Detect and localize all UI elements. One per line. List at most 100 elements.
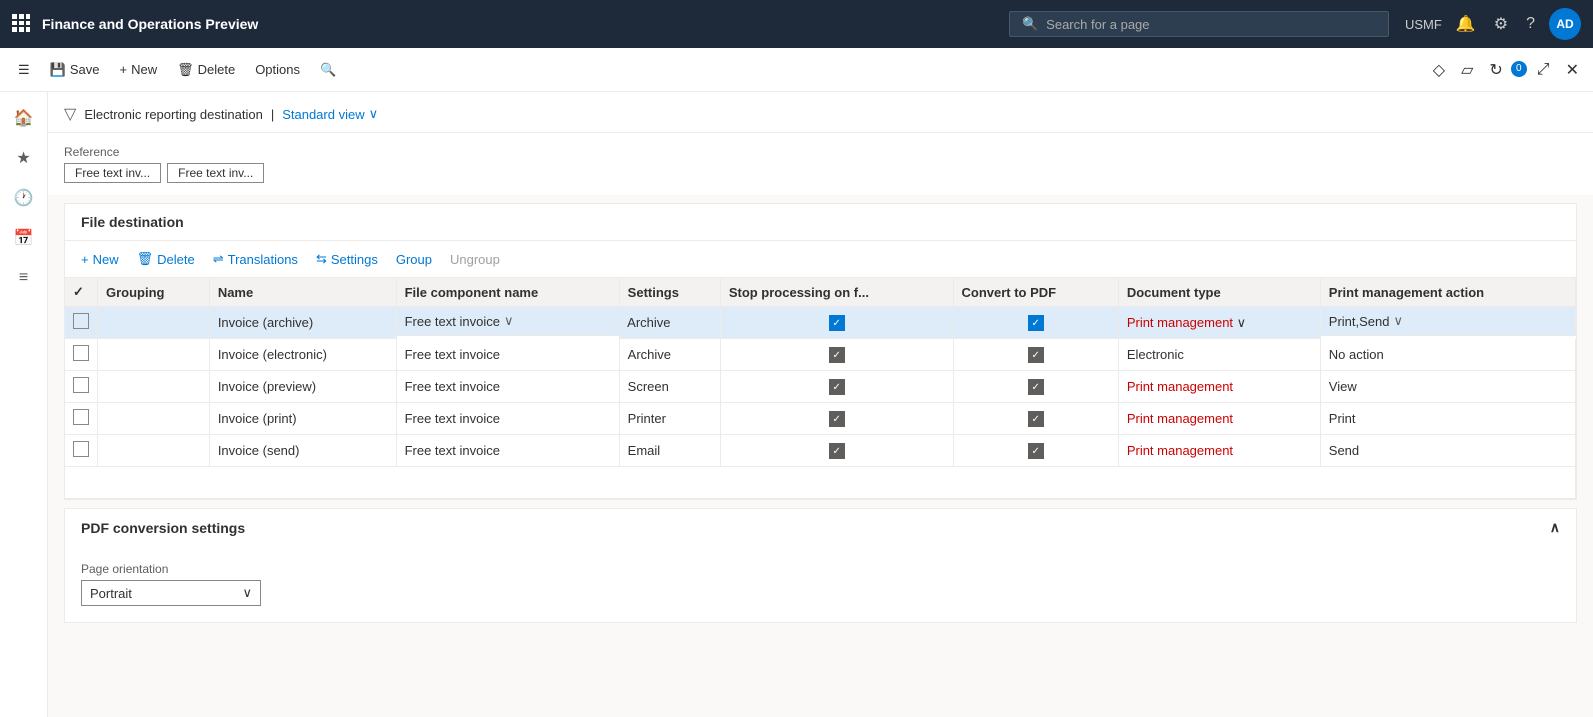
save-button[interactable]: 💾 Save	[40, 56, 110, 84]
row-grouping	[98, 435, 210, 467]
row-document-type[interactable]: Print management ∨	[1118, 307, 1320, 339]
row-document-type[interactable]: Print management	[1118, 403, 1320, 435]
sidebar-item-favorites[interactable]: ★	[6, 140, 42, 176]
row-convert-pdf[interactable]: ✓	[953, 403, 1118, 435]
row-stop-processing[interactable]: ✓	[720, 307, 953, 339]
stop-processing-checkbox[interactable]: ✓	[829, 347, 845, 363]
table-translations-button[interactable]: ⇌ Translations	[205, 247, 306, 271]
top-navigation: Finance and Operations Preview 🔍 Search …	[0, 0, 1593, 48]
top-right-controls: USMF 🔔 ⚙ ? AD	[1405, 8, 1581, 40]
refresh-icon[interactable]: ↻	[1483, 54, 1508, 86]
row-name[interactable]: Invoice (electronic)	[209, 339, 396, 371]
row-checkbox[interactable]	[65, 403, 98, 435]
convert-pdf-checkbox[interactable]: ✓	[1028, 347, 1044, 363]
row-convert-pdf[interactable]: ✓	[953, 307, 1118, 339]
delete-icon-table: 🗑	[137, 251, 154, 267]
document-type-link[interactable]: Print management	[1127, 443, 1233, 458]
row-checkbox-box[interactable]	[73, 441, 89, 457]
panel-icon[interactable]: ▱	[1455, 54, 1479, 86]
file-destination-table: ✓ Grouping Name File component name Sett…	[65, 278, 1576, 499]
grid-icon[interactable]	[12, 14, 30, 35]
cmd-right-actions: ◇ ▱ ↻ 0 ⤢ ✕	[1427, 54, 1585, 86]
document-type-link[interactable]: Print management	[1127, 411, 1233, 426]
add-icon-table: +	[81, 252, 89, 267]
convert-pdf-checkbox[interactable]: ✓	[1028, 443, 1044, 459]
table-row[interactable]: Invoice (preview) Free text invoice Scre…	[65, 371, 1576, 403]
view-selector[interactable]: Standard view ∨	[282, 106, 378, 122]
help-icon[interactable]: ?	[1522, 11, 1539, 37]
table-delete-button[interactable]: 🗑 Delete	[129, 247, 203, 271]
search-button-cmd[interactable]: 🔍	[310, 56, 346, 84]
diamond-icon[interactable]: ◇	[1427, 54, 1451, 86]
row-checkbox-box[interactable]	[73, 377, 89, 393]
row-convert-pdf[interactable]: ✓	[953, 339, 1118, 371]
row-checkbox-box[interactable]	[73, 409, 89, 425]
convert-pdf-checkbox[interactable]: ✓	[1028, 315, 1044, 331]
table-group-button[interactable]: Group	[388, 248, 440, 271]
table-settings-button[interactable]: ⇆ Settings	[308, 247, 386, 271]
row-stop-processing[interactable]: ✓	[720, 339, 953, 371]
table-row[interactable]: Invoice (print) Free text invoice Printe…	[65, 403, 1576, 435]
reference-pill-1[interactable]: Free text inv...	[64, 163, 161, 183]
notification-bell[interactable]: 🔔	[1452, 10, 1480, 38]
document-type-link[interactable]: Print management	[1127, 379, 1233, 394]
stop-processing-checkbox[interactable]: ✓	[829, 379, 845, 395]
document-type-link[interactable]: Print management	[1127, 315, 1233, 330]
close-icon[interactable]: ✕	[1560, 54, 1585, 86]
table-row[interactable]: Invoice (archive) Free text invoice ∨ Ar…	[65, 307, 1576, 339]
new-button[interactable]: + New	[109, 56, 167, 83]
table-new-button[interactable]: + New	[73, 248, 127, 271]
row-stop-processing[interactable]: ✓	[720, 435, 953, 467]
hamburger-icon: ☰	[18, 62, 30, 78]
row-checkbox-box[interactable]	[73, 313, 89, 329]
filter-icon[interactable]: ▽	[64, 104, 76, 124]
hamburger-menu[interactable]: ☰	[8, 56, 40, 84]
table-row[interactable]: Invoice (electronic) Free text invoice A…	[65, 339, 1576, 371]
row-settings: Archive	[619, 307, 720, 339]
row-checkbox[interactable]	[65, 435, 98, 467]
row-checkbox[interactable]	[65, 307, 98, 339]
row-name[interactable]: Invoice (send)	[209, 435, 396, 467]
row-convert-pdf[interactable]: ✓	[953, 435, 1118, 467]
row-document-type[interactable]: Print management	[1118, 371, 1320, 403]
row-document-type[interactable]: Print management	[1118, 435, 1320, 467]
open-icon[interactable]: ⤢	[1531, 55, 1556, 85]
stop-processing-checkbox[interactable]: ✓	[829, 315, 845, 331]
settings-icon[interactable]: ⚙	[1490, 10, 1512, 38]
pdf-conversion-section: PDF conversion settings ∧ Page orientati…	[64, 508, 1577, 623]
convert-pdf-checkbox[interactable]: ✓	[1028, 411, 1044, 427]
row-checkbox[interactable]	[65, 371, 98, 403]
options-button[interactable]: Options	[245, 56, 310, 83]
row-checkbox[interactable]	[65, 339, 98, 371]
row-convert-pdf[interactable]: ✓	[953, 371, 1118, 403]
search-icon: 🔍	[1022, 16, 1038, 32]
doc-type-dropdown-icon[interactable]: ∨	[1237, 315, 1247, 330]
avatar[interactable]: AD	[1549, 8, 1581, 40]
row-settings: Screen	[619, 371, 720, 403]
sidebar-item-list[interactable]: ≡	[6, 260, 42, 296]
app-title: Finance and Operations Preview	[42, 16, 1009, 32]
sidebar-item-calendar[interactable]: 📅	[6, 220, 42, 256]
row-name[interactable]: Invoice (preview)	[209, 371, 396, 403]
page-orientation-label: Page orientation	[81, 562, 1560, 576]
row-stop-processing[interactable]: ✓	[720, 403, 953, 435]
stop-processing-checkbox[interactable]: ✓	[829, 443, 845, 459]
stop-processing-checkbox[interactable]: ✓	[829, 411, 845, 427]
reference-pill-2[interactable]: Free text inv...	[167, 163, 264, 183]
row-name[interactable]: Invoice (archive)	[209, 307, 396, 339]
convert-pdf-checkbox[interactable]: ✓	[1028, 379, 1044, 395]
table-row[interactable]: Invoice (send) Free text invoice Email ✓…	[65, 435, 1576, 467]
row-checkbox-box[interactable]	[73, 345, 89, 361]
row-print-action: Send	[1320, 435, 1575, 467]
search-bar[interactable]: 🔍 Search for a page	[1009, 11, 1389, 37]
row-name[interactable]: Invoice (print)	[209, 403, 396, 435]
pdf-section-title: PDF conversion settings	[81, 520, 245, 536]
delete-button[interactable]: 🗑 Delete	[167, 56, 245, 84]
table-ungroup-button[interactable]: Ungroup	[442, 248, 508, 271]
page-orientation-select[interactable]: Portrait ∨	[81, 580, 261, 606]
row-stop-processing[interactable]: ✓	[720, 371, 953, 403]
sidebar-item-recent[interactable]: 🕐	[6, 180, 42, 216]
sidebar-item-home[interactable]: 🏠	[6, 100, 42, 136]
pdf-section-body: Page orientation Portrait ∨	[65, 546, 1576, 622]
pdf-section-header[interactable]: PDF conversion settings ∧	[65, 509, 1576, 546]
